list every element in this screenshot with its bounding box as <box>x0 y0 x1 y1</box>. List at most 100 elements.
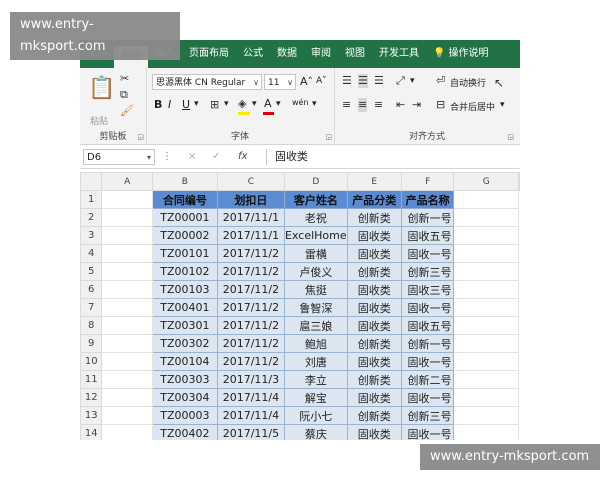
row-header[interactable]: 8 <box>80 316 103 335</box>
empty-cell[interactable] <box>101 244 153 263</box>
data-cell[interactable]: 固收类 <box>346 226 402 245</box>
data-cell[interactable]: 2017/11/5 <box>216 424 286 440</box>
data-cell[interactable]: 2017/11/2 <box>216 352 286 371</box>
align-right-icon[interactable]: ≡ <box>374 98 383 112</box>
table-header-cell[interactable]: 产品分类 <box>346 190 402 209</box>
data-cell[interactable]: 刘唐 <box>284 352 348 371</box>
empty-cell[interactable] <box>453 262 519 281</box>
row-header[interactable]: 12 <box>80 388 103 407</box>
font-name-select[interactable]: 思源黑体 CN Regular ∨ <box>152 74 262 90</box>
cancel-icon[interactable]: × <box>188 149 196 165</box>
font-size-select[interactable]: 11 ∨ <box>264 74 296 90</box>
tab-6[interactable]: 审阅 <box>304 40 338 68</box>
empty-cell[interactable] <box>453 334 519 353</box>
tab-9[interactable]: 💡 操作说明 <box>426 40 495 68</box>
data-cell[interactable]: TZ00303 <box>151 370 218 389</box>
data-cell[interactable]: 固收一号 <box>400 244 455 263</box>
empty-cell[interactable] <box>101 262 153 281</box>
enter-icon[interactable]: ✓ <box>212 149 220 165</box>
data-cell[interactable]: TZ00001 <box>151 208 218 227</box>
merge-center-button[interactable]: 合并后居中 <box>450 100 495 113</box>
column-header[interactable]: F <box>400 172 455 191</box>
alignment-launcher-icon[interactable]: ◲ <box>507 133 514 141</box>
row-header[interactable]: 13 <box>80 406 103 425</box>
format-painter-icon[interactable]: 🖌 <box>120 104 134 118</box>
empty-cell[interactable] <box>453 370 519 389</box>
data-cell[interactable]: 雷横 <box>284 244 348 263</box>
empty-cell[interactable] <box>453 208 519 227</box>
data-cell[interactable]: 老祝 <box>284 208 348 227</box>
column-header[interactable]: G <box>453 172 519 191</box>
align-bottom-icon[interactable]: ☰ <box>374 74 384 88</box>
data-cell[interactable]: 2017/11/2 <box>216 244 286 263</box>
data-cell[interactable]: 创新三号 <box>400 406 455 425</box>
data-cell[interactable]: 2017/11/2 <box>216 262 286 281</box>
data-cell[interactable]: 2017/11/3 <box>216 370 286 389</box>
data-cell[interactable]: 固收一号 <box>400 388 455 407</box>
data-cell[interactable]: 固收类 <box>346 280 402 299</box>
row-header[interactable]: 2 <box>80 208 103 227</box>
data-cell[interactable]: 固收类 <box>346 424 402 440</box>
chevron-down-icon[interactable]: ▾ <box>276 99 281 109</box>
data-cell[interactable]: 2017/11/2 <box>216 298 286 317</box>
tab-4[interactable]: 公式 <box>236 40 270 68</box>
row-header[interactable]: 3 <box>80 226 103 245</box>
data-cell[interactable]: 蔡庆 <box>284 424 348 440</box>
data-cell[interactable]: 固收类 <box>346 388 402 407</box>
italic-button[interactable]: I <box>168 98 171 111</box>
data-cell[interactable]: 2017/11/4 <box>216 388 286 407</box>
data-cell[interactable]: 创新一号 <box>400 208 455 227</box>
data-cell[interactable]: 创新类 <box>346 262 402 281</box>
column-header[interactable]: E <box>346 172 402 191</box>
tab-8[interactable]: 开发工具 <box>372 40 426 68</box>
table-header-cell[interactable]: 合同编号 <box>151 190 218 209</box>
data-cell[interactable]: 固收五号 <box>400 226 455 245</box>
data-cell[interactable]: TZ00302 <box>151 334 218 353</box>
row-header[interactable]: 4 <box>80 244 103 263</box>
data-cell[interactable]: 卢俊义 <box>284 262 348 281</box>
data-cell[interactable]: 创新类 <box>346 406 402 425</box>
row-header[interactable]: 14 <box>80 424 103 440</box>
decrease-indent-icon[interactable]: ⇤ <box>396 98 405 112</box>
chevron-down-icon[interactable]: ▾ <box>410 76 415 86</box>
table-header-cell[interactable]: 产品名称 <box>400 190 455 209</box>
data-cell[interactable]: 固收类 <box>346 298 402 317</box>
empty-cell[interactable] <box>453 280 519 299</box>
table-header-cell[interactable]: 划扣日 <box>216 190 286 209</box>
empty-cell[interactable] <box>101 352 153 371</box>
data-cell[interactable]: 2017/11/1 <box>216 208 286 227</box>
underline-button[interactable]: U <box>182 98 190 111</box>
font-color-icon[interactable]: A <box>264 97 272 110</box>
orientation-icon[interactable]: ⤢ <box>396 74 405 88</box>
data-cell[interactable]: 焦挺 <box>284 280 348 299</box>
tab-3[interactable]: 页面布局 <box>182 40 236 68</box>
data-cell[interactable]: TZ00401 <box>151 298 218 317</box>
column-header[interactable]: C <box>216 172 286 191</box>
data-cell[interactable]: 2017/11/2 <box>216 316 286 335</box>
empty-cell[interactable] <box>101 334 153 353</box>
data-cell[interactable]: 2017/11/4 <box>216 406 286 425</box>
data-cell[interactable]: 创新二号 <box>400 370 455 389</box>
table-header-cell[interactable]: 客户姓名 <box>284 190 348 209</box>
data-cell[interactable]: 创新三号 <box>400 262 455 281</box>
empty-cell[interactable] <box>101 226 153 245</box>
row-header[interactable]: 9 <box>80 334 103 353</box>
increase-indent-icon[interactable]: ⇥ <box>412 98 421 112</box>
merge-center-icon[interactable]: ⊟ <box>436 98 445 112</box>
data-cell[interactable]: 固收五号 <box>400 316 455 335</box>
tab-7[interactable]: 视图 <box>338 40 372 68</box>
data-cell[interactable]: 固收一号 <box>400 352 455 371</box>
data-cell[interactable]: 2017/11/2 <box>216 334 286 353</box>
phonetic-icon[interactable]: wén <box>292 98 309 107</box>
empty-cell[interactable] <box>453 244 519 263</box>
data-cell[interactable]: 固收类 <box>346 352 402 371</box>
shrink-font-button[interactable]: A˅ <box>316 76 327 86</box>
chevron-down-icon[interactable]: ▾ <box>224 99 229 109</box>
empty-cell[interactable] <box>101 280 153 299</box>
formula-input[interactable]: 固收类 <box>266 149 516 165</box>
row-header[interactable]: 7 <box>80 298 103 317</box>
data-cell[interactable]: 2017/11/2 <box>216 280 286 299</box>
paste-label[interactable]: 粘贴 <box>90 114 108 127</box>
data-cell[interactable]: TZ00304 <box>151 388 218 407</box>
data-cell[interactable]: TZ00301 <box>151 316 218 335</box>
